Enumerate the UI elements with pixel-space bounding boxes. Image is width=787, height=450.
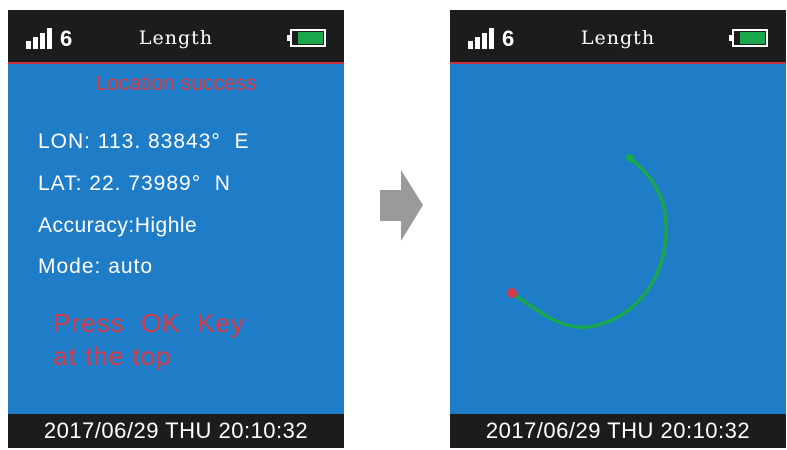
track-canvas xyxy=(507,154,668,330)
location-screen: 6 Length Location success LON: 113. 8384… xyxy=(8,10,344,448)
location-status: Location success xyxy=(95,72,257,95)
longitude-readout: LON: 113. 83843° E xyxy=(38,130,250,153)
accuracy-readout: Accuracy:Highle xyxy=(38,214,198,237)
track-path xyxy=(510,156,668,330)
track-end-marker xyxy=(626,154,634,162)
battery-icon xyxy=(729,29,768,47)
track-start-marker xyxy=(507,288,517,298)
status-bar: 6 Length xyxy=(450,10,786,64)
arrow-right-icon xyxy=(380,170,423,241)
status-bar: 6 Length xyxy=(8,10,344,64)
mode-readout: Mode: auto xyxy=(38,255,154,278)
battery-icon xyxy=(287,29,326,47)
instruction-line-2: at the top xyxy=(53,341,172,371)
date-time-bar: 2017/06/29 THU 20:10:32 xyxy=(8,414,344,448)
latitude-readout: LAT: 22. 73989° N xyxy=(38,172,231,195)
track-screen: 6 Length 2017/06/29 THU 20:10:32 xyxy=(450,10,786,448)
instruction-line-1: Press OK Key xyxy=(53,308,245,338)
date-time-bar: 2017/06/29 THU 20:10:32 xyxy=(450,414,786,448)
